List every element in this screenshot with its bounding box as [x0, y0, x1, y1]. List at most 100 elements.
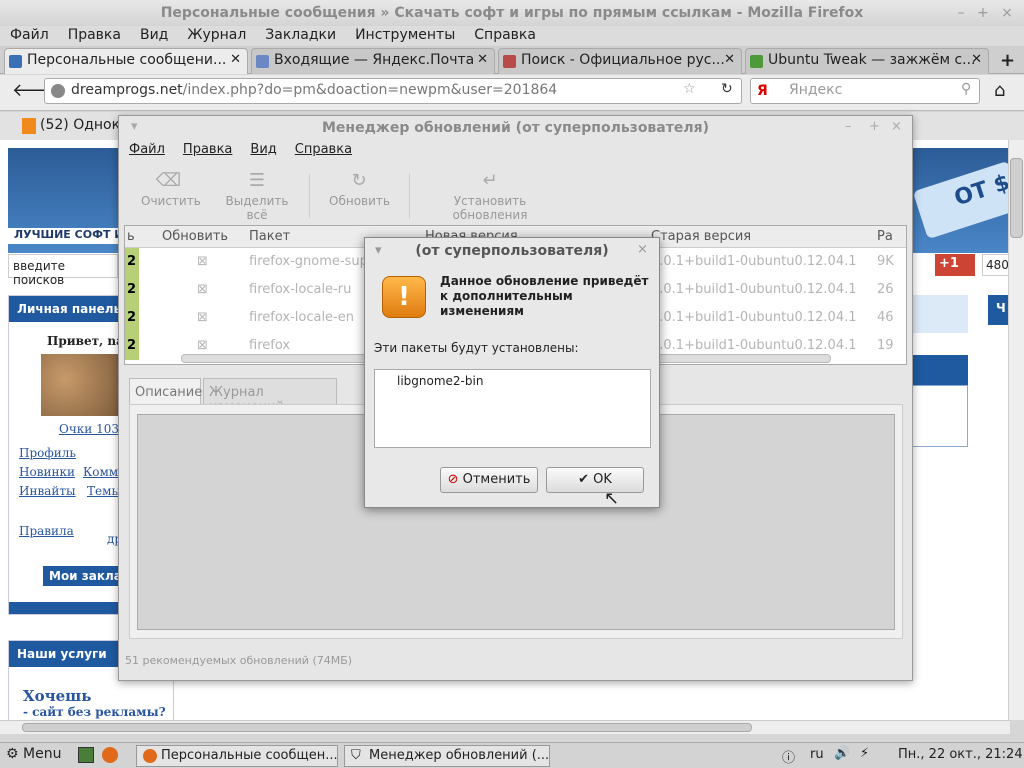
terminal-icon[interactable] [78, 747, 94, 763]
install-updates-button[interactable]: ↵ Установить обновления [419, 170, 561, 222]
network-icon[interactable]: ⚡ [860, 746, 869, 761]
search-icon[interactable]: ⚲ [961, 81, 971, 97]
site-search-input[interactable]: введите поисков [8, 254, 118, 287]
url-bar[interactable]: dreamprogs.net/index.php?do=pm&doaction=… [44, 78, 742, 104]
tab-messages[interactable]: Персональные сообщени... ✕ [4, 48, 248, 74]
scroll-thumb[interactable] [1010, 158, 1023, 238]
menu-help[interactable]: Справка [464, 26, 545, 44]
maximize-icon[interactable]: + [869, 119, 880, 134]
mail-icon [256, 55, 269, 68]
checkbox-icon[interactable]: ⊠ [197, 254, 208, 269]
col-header[interactable]: Обновить [162, 229, 228, 244]
home-icon[interactable]: ⌂ [994, 80, 1005, 101]
check-icon: ✔ [578, 472, 589, 487]
size: 9K [877, 254, 894, 269]
close-icon[interactable]: × [637, 242, 648, 257]
search-box[interactable]: Я Яндекс ⚲ [750, 78, 980, 104]
tab-yandex-mail[interactable]: Входящие — Яндекс.Почта ✕ [251, 48, 495, 74]
horizontal-scrollbar[interactable] [0, 720, 1010, 734]
menu-tools[interactable]: Инструменты [345, 26, 464, 44]
col-header[interactable]: Пакет [249, 229, 290, 244]
cancel-label: Отменить [462, 472, 531, 487]
package-list: libgnome2-bin [374, 369, 651, 448]
maximize-icon[interactable]: + [974, 5, 992, 21]
task-label: Менеджер обновлений (... [369, 748, 550, 763]
close-icon[interactable]: ✕ [724, 52, 735, 67]
yandex-icon: Я [757, 83, 768, 99]
menu-file[interactable]: Файл [119, 140, 173, 157]
tab-search[interactable]: Поиск - Официальное рус... ✕ [498, 48, 742, 74]
page-scrollbar[interactable] [1008, 140, 1024, 720]
minimize-icon[interactable]: – [952, 5, 970, 21]
promo-title[interactable]: Хочешь [23, 687, 91, 705]
new-tab-icon[interactable]: + [1000, 50, 1015, 71]
menu-view[interactable]: Вид [240, 140, 284, 157]
ok-button[interactable]: ✔ OK [546, 467, 644, 493]
tab-label: Входящие — Яндекс.Почта [274, 52, 475, 68]
news-link[interactable]: Новинки [19, 465, 75, 479]
close-icon[interactable]: ✕ [971, 52, 982, 67]
taskbar: ⚙ Menu Персональные сообщен... ⛉ Менеджер… [0, 742, 1024, 768]
rules-link[interactable]: Правила [19, 524, 74, 538]
cancel-button[interactable]: ⊘ Отменить [440, 467, 538, 493]
package-name: firefox-gnome-supp [249, 254, 377, 269]
menu-file[interactable]: Файл [0, 26, 58, 44]
row-mark: 2 [125, 332, 139, 360]
menu-history[interactable]: Журнал [177, 26, 255, 44]
tab-ubuntu-tweak[interactable]: Ubuntu Tweak — зажжём с... ✕ [745, 48, 989, 74]
dialog-message: Данное обновление приведёт к дополнитель… [440, 274, 649, 318]
bookmark-item[interactable]: (52) Однокл [40, 117, 129, 133]
col-header[interactable]: Старая версия [651, 229, 751, 244]
updates-status: 51 рекомендуемых обновлений (74МБ) [125, 654, 353, 667]
checkbox-icon[interactable]: ⊠ [197, 282, 208, 297]
menu-edit[interactable]: Правка [173, 140, 240, 157]
info-box [912, 295, 968, 333]
refresh-button[interactable]: ↻ Обновить [329, 170, 390, 208]
menu-bookmarks[interactable]: Закладки [255, 26, 345, 44]
tab-changelog[interactable]: Журнал изменений [203, 378, 337, 415]
old-version: 5.0.1+build1-0ubuntu0.12.04.1 [651, 338, 857, 353]
h-scroll-thumb[interactable] [22, 723, 752, 732]
warning-icon: ! [382, 276, 426, 318]
invites-link[interactable]: Инвайты [19, 484, 76, 498]
checkbox-icon[interactable]: ⊠ [197, 338, 208, 353]
col-header[interactable]: Ра [877, 229, 893, 244]
keyboard-layout[interactable]: ru [810, 747, 824, 762]
my-bookmarks-button[interactable]: Мои заклад [43, 566, 119, 586]
volume-icon[interactable]: 🔊 [834, 746, 850, 761]
minimize-icon[interactable]: – [845, 119, 852, 134]
menu-bar: Файл Правка Вид Журнал Закладки Инструменты Сп… [0, 26, 1024, 46]
task-update-manager[interactable]: ⛉ Менеджер обновлений (... [344, 745, 550, 767]
topics-link[interactable]: Темы [87, 484, 121, 498]
firefox-icon[interactable] [102, 747, 118, 763]
clock[interactable]: Пн., 22 окт., 21:24 [898, 747, 1023, 762]
update-manager-title: Менеджер обновлений (от суперпользовател… [321, 120, 709, 136]
close-icon[interactable]: ✕ [230, 52, 241, 67]
menu-help[interactable]: Справка [285, 140, 360, 157]
window-menu-icon[interactable]: ▾ [375, 243, 382, 258]
window-menu-icon[interactable]: ▾ [131, 119, 138, 134]
content-tab [912, 355, 968, 385]
row-mark: 2 [125, 304, 139, 332]
star-icon[interactable]: ☆ [683, 81, 696, 97]
dialog-title: (от суперпользователя) [415, 243, 609, 259]
menu-button[interactable]: ⚙ Menu [6, 746, 61, 762]
task-firefox[interactable]: Персональные сообщен... [136, 745, 338, 767]
close-icon[interactable]: × [998, 5, 1016, 21]
checkbox-icon[interactable]: ⊠ [197, 310, 208, 325]
profile-link[interactable]: Профиль [19, 446, 76, 460]
google-plus-button[interactable]: +1 [935, 254, 975, 276]
col-header[interactable]: ь [127, 229, 135, 244]
clear-button[interactable]: ⌫ Очистить [141, 170, 201, 208]
clear-icon: ⌫ [155, 170, 182, 191]
tab-label: Ubuntu Tweak — зажжём с... [768, 52, 976, 68]
update-notifier-icon[interactable]: ⓘ [782, 747, 795, 766]
close-icon[interactable]: ✕ [477, 52, 488, 67]
menu-edit[interactable]: Правка [58, 26, 130, 44]
menu-view[interactable]: Вид [130, 26, 177, 44]
promo-subtitle[interactable]: - сайт без рекламы? [23, 705, 166, 719]
close-icon[interactable]: × [891, 119, 902, 134]
select-all-button[interactable]: ☰ Выделить всё [217, 170, 297, 222]
tab-description[interactable]: Описание [129, 378, 202, 406]
reload-icon[interactable]: ↻ [721, 81, 733, 97]
